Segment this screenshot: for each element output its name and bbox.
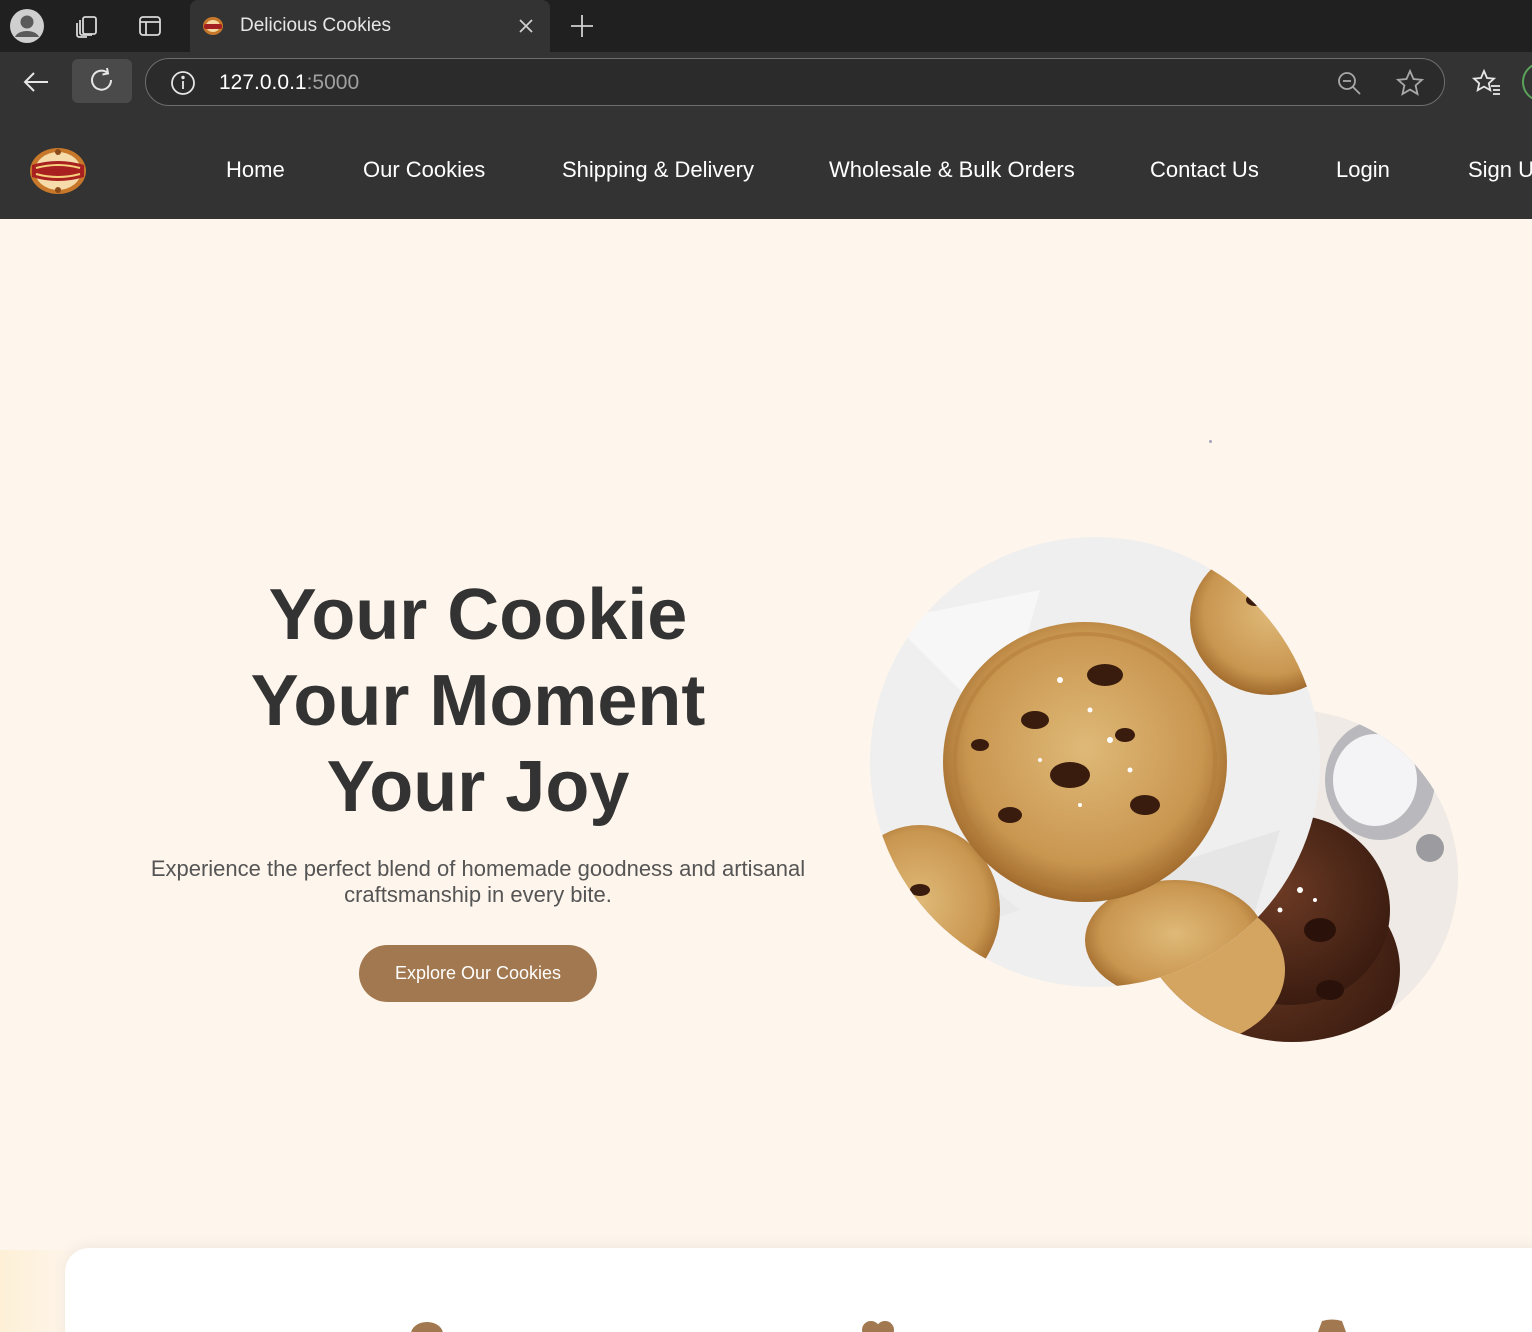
- favorites-icon[interactable]: [1471, 68, 1502, 98]
- site-navbar: Home Our Cookies Shipping & Delivery Who…: [0, 112, 1532, 219]
- feature-icon: [407, 1318, 447, 1332]
- hero-title: Your Cookie Your Moment Your Joy: [178, 572, 778, 830]
- url-host: 127.0.0.1: [219, 71, 307, 94]
- nav-our-cookies[interactable]: Our Cookies: [363, 157, 485, 183]
- reload-icon[interactable]: [72, 59, 132, 103]
- heart-icon: [858, 1318, 898, 1332]
- url-text[interactable]: 127.0.0.1:5000: [219, 71, 359, 95]
- zoom-out-icon[interactable]: [1336, 70, 1362, 96]
- back-arrow-icon[interactable]: [14, 60, 58, 104]
- info-icon[interactable]: [170, 70, 196, 96]
- hero-cookie-images: [860, 530, 1460, 1050]
- decorative-dot: [1209, 440, 1212, 443]
- hero-title-line: Your Joy: [326, 747, 630, 827]
- browser-toolbar: 127.0.0.1:5000: [0, 52, 1532, 112]
- profile-icon[interactable]: [9, 8, 45, 44]
- tab-title: Delicious Cookies: [240, 15, 392, 36]
- vertical-tabs-icon[interactable]: [132, 8, 168, 44]
- nav-wholesale-bulk-orders[interactable]: Wholesale & Bulk Orders: [829, 157, 1075, 183]
- hero-title-line: Your Moment: [250, 661, 706, 741]
- address-bar[interactable]: 127.0.0.1:5000: [145, 58, 1445, 106]
- browser-tab-strip: Delicious Cookies: [0, 0, 1532, 52]
- profile-button[interactable]: [1522, 62, 1532, 102]
- nav-shipping-delivery[interactable]: Shipping & Delivery: [562, 157, 754, 183]
- box-icon: [1312, 1318, 1352, 1332]
- hero-subtitle: Experience the perfect blend of homemade…: [150, 856, 806, 907]
- collections-icon[interactable]: [69, 8, 105, 44]
- hero-title-line: Your Cookie: [268, 575, 688, 655]
- nav-contact-us[interactable]: Contact Us: [1150, 157, 1259, 183]
- cookie-logo-icon[interactable]: [28, 146, 88, 196]
- nav-sign-up[interactable]: Sign Up: [1468, 157, 1532, 183]
- url-port: :5000: [306, 71, 360, 94]
- nav-login[interactable]: Login: [1336, 157, 1390, 183]
- tab-favicon-icon: [202, 16, 224, 36]
- nav-home[interactable]: Home: [226, 157, 285, 183]
- explore-cookies-button[interactable]: Explore Our Cookies: [359, 945, 597, 1002]
- star-icon[interactable]: [1395, 68, 1425, 97]
- close-icon[interactable]: [514, 14, 538, 38]
- plus-icon[interactable]: [566, 10, 598, 42]
- active-tab[interactable]: Delicious Cookies: [190, 0, 550, 52]
